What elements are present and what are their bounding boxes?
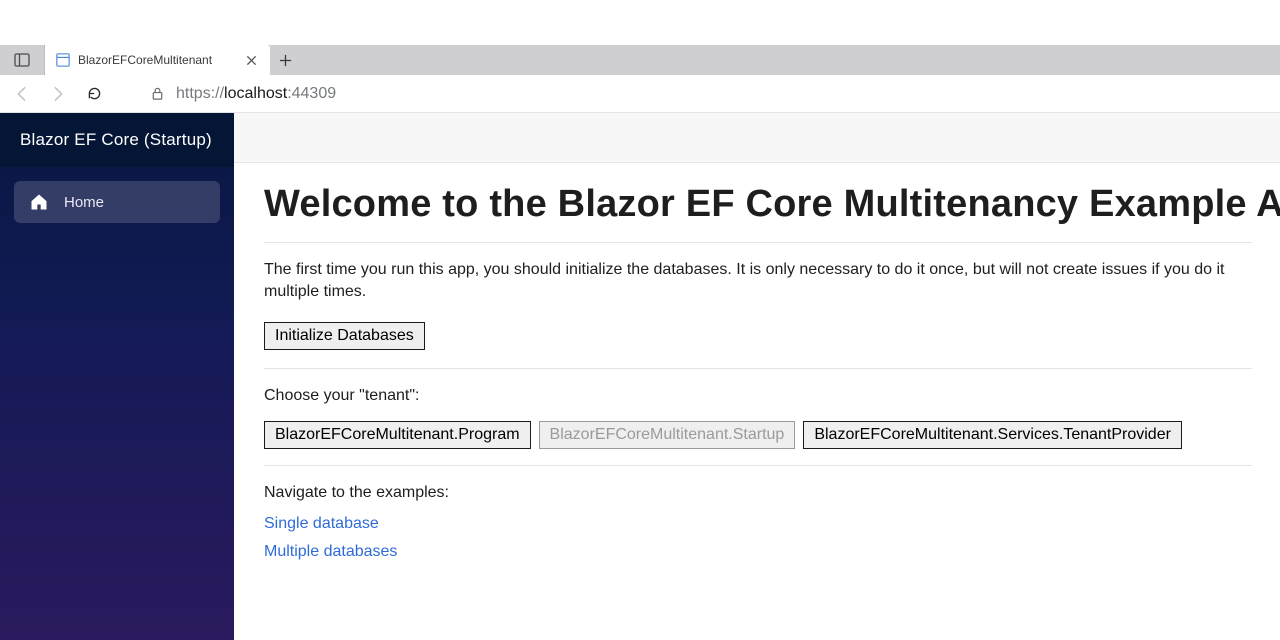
url-protocol: https:// bbox=[176, 85, 224, 102]
forward-button[interactable] bbox=[40, 76, 76, 112]
sidebar-item-label: Home bbox=[64, 194, 104, 211]
url-port: :44309 bbox=[287, 85, 336, 102]
plus-icon bbox=[279, 54, 292, 67]
back-icon bbox=[13, 85, 31, 103]
tab-actions-button[interactable] bbox=[0, 45, 45, 75]
tenant-button-tenantprovider[interactable]: BlazorEFCoreMultitenant.Services.TenantP… bbox=[803, 421, 1182, 449]
content-topbar bbox=[234, 113, 1280, 163]
tab-title: BlazorEFCoreMultitenant bbox=[78, 53, 242, 67]
lock-icon bbox=[148, 85, 166, 103]
sidebar: Blazor EF Core (Startup) Home bbox=[0, 113, 234, 640]
browser-toolbar: https://localhost:44309 bbox=[0, 75, 1280, 113]
tenant-button-program[interactable]: BlazorEFCoreMultitenant.Program bbox=[264, 421, 531, 449]
refresh-icon bbox=[86, 85, 103, 102]
divider bbox=[264, 242, 1252, 243]
url-text: https://localhost:44309 bbox=[176, 85, 336, 103]
forward-icon bbox=[49, 85, 67, 103]
divider bbox=[264, 465, 1252, 466]
content-area: Welcome to the Blazor EF Core Multitenan… bbox=[234, 113, 1280, 640]
new-tab-button[interactable] bbox=[270, 45, 300, 75]
url-host: localhost bbox=[224, 85, 287, 102]
link-single-database[interactable]: Single database bbox=[264, 515, 379, 533]
browser-tab-active[interactable]: BlazorEFCoreMultitenant bbox=[45, 45, 270, 75]
navigate-label: Navigate to the examples: bbox=[264, 482, 1252, 504]
choose-tenant-label: Choose your "tenant": bbox=[264, 385, 1252, 407]
page-title: Welcome to the Blazor EF Core Multitenan… bbox=[264, 183, 1252, 226]
refresh-button[interactable] bbox=[76, 76, 112, 112]
link-multiple-databases[interactable]: Multiple databases bbox=[264, 543, 397, 561]
main-content: Welcome to the Blazor EF Core Multitenan… bbox=[234, 163, 1280, 601]
intro-text: The first time you run this app, you sho… bbox=[264, 259, 1252, 304]
tab-favicon-icon bbox=[55, 52, 71, 68]
sidebar-item-home[interactable]: Home bbox=[14, 181, 220, 223]
divider bbox=[264, 368, 1252, 369]
tab-actions-icon bbox=[14, 52, 30, 68]
tenant-buttons-row: BlazorEFCoreMultitenant.Program BlazorEF… bbox=[264, 421, 1252, 449]
sidebar-nav: Home bbox=[0, 167, 234, 237]
address-bar[interactable]: https://localhost:44309 bbox=[142, 79, 1272, 109]
tenant-button-startup: BlazorEFCoreMultitenant.Startup bbox=[539, 421, 796, 449]
initialize-databases-button[interactable]: Initialize Databases bbox=[264, 322, 425, 350]
home-icon bbox=[28, 191, 50, 213]
close-icon bbox=[246, 55, 257, 66]
tab-close-button[interactable] bbox=[242, 51, 260, 69]
app-brand[interactable]: Blazor EF Core (Startup) bbox=[0, 113, 234, 167]
window-top-blank bbox=[0, 0, 1280, 45]
page-body: Blazor EF Core (Startup) Home Welcome to… bbox=[0, 113, 1280, 640]
browser-tabstrip: BlazorEFCoreMultitenant bbox=[0, 45, 1280, 75]
back-button[interactable] bbox=[4, 76, 40, 112]
